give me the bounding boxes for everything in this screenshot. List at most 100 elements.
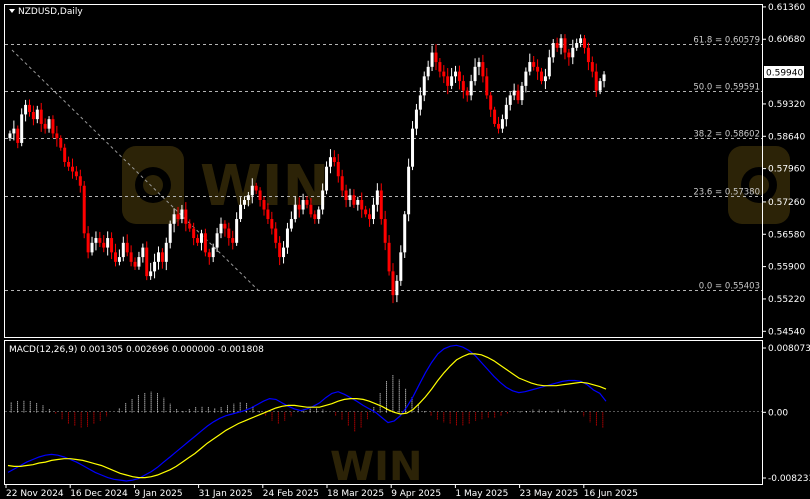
candle-body	[285, 228, 289, 248]
candle-body	[282, 247, 286, 258]
candle-body	[12, 128, 16, 134]
candle-body	[235, 219, 239, 243]
candle-body	[203, 233, 207, 253]
fib-label: 61.8 = 0.60579	[693, 36, 760, 46]
time-tick-label: 16 Dec 2024	[70, 489, 128, 499]
candle-body	[575, 43, 579, 48]
candle-body	[137, 257, 141, 267]
candle-body	[457, 71, 461, 82]
candle-body	[43, 123, 47, 129]
candle-body	[442, 71, 446, 77]
candle-body	[598, 81, 602, 91]
candle-body	[274, 228, 278, 243]
candle-body	[270, 219, 274, 229]
candle-body	[336, 161, 340, 177]
candle-body	[583, 38, 587, 48]
candle-body	[516, 90, 520, 101]
fib-label: 38.2 = 0.58602	[693, 130, 760, 140]
candle-body	[176, 214, 180, 220]
candle-body	[434, 52, 438, 63]
price-tick-label: 0.57260	[768, 198, 805, 208]
watermark-logo: WIN	[330, 444, 422, 490]
candle-body	[51, 119, 55, 134]
candle-body	[348, 195, 352, 201]
candle-body	[278, 242, 282, 258]
candle-body	[149, 271, 153, 277]
candle-body	[356, 200, 360, 205]
candle-body	[383, 219, 387, 243]
candle-body	[59, 138, 63, 148]
candle-body	[188, 223, 192, 229]
candle-body	[164, 242, 168, 262]
candle-body	[250, 185, 254, 196]
time-tick-label: 31 Jan 2025	[199, 489, 253, 499]
candle-body	[231, 238, 235, 243]
candle-body	[145, 247, 149, 277]
candle-body	[438, 62, 442, 72]
svg-text:WIN: WIN	[330, 444, 422, 490]
candle-body	[172, 214, 176, 224]
time-tick-label: 9 Jan 2025	[134, 489, 182, 499]
candle-body	[305, 200, 309, 205]
price-tick-label: 0.60680	[768, 35, 805, 45]
candle-body	[325, 166, 329, 191]
candle-body	[504, 104, 508, 120]
candle-body	[141, 247, 145, 258]
candle-body	[403, 214, 407, 253]
candle-body	[121, 242, 125, 258]
candle-body	[473, 66, 477, 82]
candle-body	[586, 47, 590, 63]
candle-body	[524, 71, 528, 86]
candle-body	[223, 223, 227, 229]
candle-body	[602, 74, 606, 82]
candle-body	[94, 238, 98, 243]
candle-body	[219, 223, 223, 234]
candle-body	[211, 247, 215, 258]
candle-body	[430, 52, 434, 67]
candle-body	[364, 209, 368, 215]
candle-body	[399, 252, 403, 281]
candle-body	[352, 195, 356, 205]
candle-body	[590, 62, 594, 72]
candle-body	[90, 242, 94, 253]
candle-body	[70, 166, 74, 172]
candle-body	[106, 238, 110, 248]
candle-body	[309, 204, 313, 215]
candle-body	[98, 238, 102, 243]
candle-body	[74, 171, 78, 177]
candle-body	[547, 57, 551, 77]
candle-body	[293, 204, 297, 220]
candle-body	[360, 200, 364, 210]
candle-body	[254, 185, 258, 191]
candle-body	[489, 95, 493, 110]
candle-body	[340, 176, 344, 191]
fib-label: 23.6 = 0.57380	[693, 188, 760, 198]
candle-body	[543, 76, 547, 82]
candle-body	[461, 81, 465, 91]
candle-body	[20, 114, 24, 143]
candle-body	[508, 95, 512, 105]
candle-body	[571, 47, 575, 58]
candle-body	[156, 252, 160, 262]
candle-body	[532, 62, 536, 67]
price-tick-label: 0.57960	[768, 165, 805, 175]
time-tick-label: 22 Nov 2024	[6, 489, 64, 499]
candle-body	[563, 38, 567, 53]
candle-body	[160, 252, 164, 262]
macd-tick-label: 0.008073	[768, 344, 810, 354]
candle-body	[24, 104, 28, 115]
candle-body	[407, 166, 411, 215]
candle-body	[301, 200, 305, 210]
candle-body	[391, 271, 395, 296]
candle-body	[418, 95, 422, 110]
candle-body	[477, 62, 481, 67]
candle-body	[192, 228, 196, 239]
candle-body	[368, 214, 372, 220]
candle-body	[497, 123, 501, 129]
candle-body	[395, 280, 399, 296]
current-price-label: 0.59940	[766, 69, 803, 79]
fib-label: 0.0 = 0.55403	[699, 282, 760, 292]
candle-body	[297, 204, 301, 210]
candle-body	[317, 209, 321, 220]
candle-body	[454, 71, 458, 77]
